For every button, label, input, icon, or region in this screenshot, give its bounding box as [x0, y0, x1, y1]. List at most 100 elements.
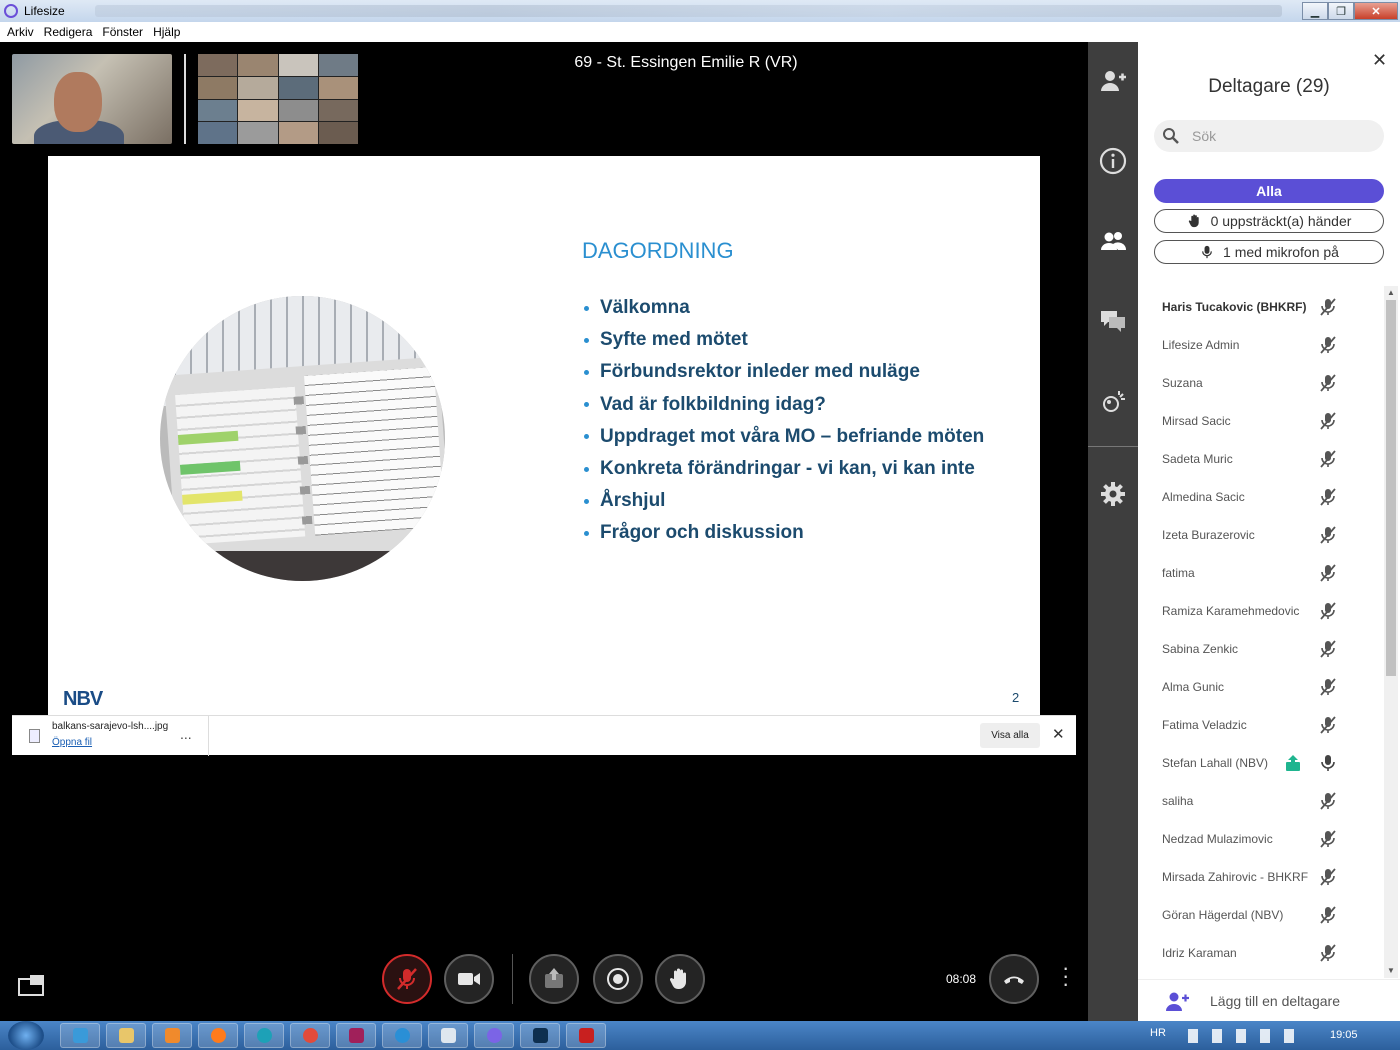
camera-button[interactable]: [444, 954, 494, 1004]
microphone-muted-icon: [1318, 715, 1338, 735]
agenda-item: Välkomna: [582, 292, 984, 324]
open-file-link[interactable]: Öppna fil: [52, 737, 92, 748]
participant-name: Ramiza Karamehmedovic: [1162, 604, 1300, 618]
participant-row[interactable]: fatima: [1138, 554, 1384, 592]
microphone-muted-icon: [1318, 525, 1338, 545]
participant-name: Nedzad Mulazimovic: [1162, 832, 1273, 846]
microphone-muted-icon: [1318, 639, 1338, 659]
participant-row[interactable]: Alma Gunic: [1138, 668, 1384, 706]
thumbnail-divider: [184, 54, 186, 144]
participant-search: [1154, 120, 1384, 152]
show-all-downloads-button[interactable]: Visa alla: [980, 723, 1040, 748]
participant-name: Mirsada Zahirovic - BHKRF: [1162, 870, 1309, 884]
microphone-muted-icon: [1318, 601, 1338, 621]
participants-icon: [1101, 232, 1127, 250]
taskbar-skype[interactable]: [382, 1023, 422, 1048]
chat-icon: [1101, 311, 1125, 332]
filter-raised-hands-button[interactable]: 0 uppsträckt(a) händer: [1154, 209, 1384, 233]
mute-microphone-button[interactable]: [382, 954, 432, 1004]
windows-taskbar: HR 19:05: [0, 1021, 1400, 1050]
participant-name: Izeta Burazerovic: [1162, 528, 1255, 542]
participant-name: Almedina Sacic: [1162, 490, 1245, 504]
system-tray-icons[interactable]: [1188, 1029, 1298, 1043]
participant-row[interactable]: Göran Hägerdal (NBV): [1138, 896, 1384, 934]
participants-button[interactable]: [1098, 226, 1128, 256]
gallery-video-thumbnail[interactable]: [198, 54, 358, 144]
hang-up-button[interactable]: [989, 954, 1039, 1004]
filter-all-button[interactable]: Alla: [1154, 179, 1384, 203]
taskbar-edge[interactable]: [244, 1023, 284, 1048]
microphone-muted-icon: [1318, 411, 1338, 431]
taskbar-ie[interactable]: [60, 1023, 100, 1048]
participant-row[interactable]: Stefan Lahall (NBV): [1138, 744, 1384, 782]
filter-mic-on-button[interactable]: 1 med mikrofon på: [1154, 240, 1384, 264]
settings-button[interactable]: [1098, 479, 1128, 509]
microphone-icon: [1202, 245, 1212, 259]
shared-slide: DAGORDNING Välkomna Syfte med mötet Förb…: [48, 156, 1040, 716]
call-controls: 08:08 · · ·: [0, 930, 1088, 1030]
participant-row[interactable]: saliha: [1138, 782, 1384, 820]
side-icon-rail: [1088, 42, 1138, 1021]
share-upload-icon: [545, 968, 563, 988]
participant-name: Mirsad Sacic: [1162, 414, 1231, 428]
taskbar-clock[interactable]: 19:05: [1330, 1029, 1358, 1041]
participant-row[interactable]: Lifesize Admin: [1138, 326, 1384, 364]
minimize-button[interactable]: ▁: [1302, 2, 1328, 20]
download-file-name[interactable]: balkans-sarajevo-lsh....jpg: [52, 721, 168, 732]
menu-redigera[interactable]: Redigera: [44, 25, 93, 39]
participant-row[interactable]: Idriz Karaman: [1138, 934, 1384, 972]
accessibility-button[interactable]: [1098, 386, 1128, 416]
taskbar-explorer[interactable]: [106, 1023, 146, 1048]
microphone-muted-icon: [1318, 449, 1338, 469]
taskbar-media[interactable]: [152, 1023, 192, 1048]
taskbar-firefox[interactable]: [198, 1023, 238, 1048]
participant-row[interactable]: Sabina Zenkic: [1138, 630, 1384, 668]
participant-row[interactable]: Almedina Sacic: [1138, 478, 1384, 516]
raise-hand-icon: [1188, 214, 1199, 228]
participant-row[interactable]: Izeta Burazerovic: [1138, 516, 1384, 554]
participant-row[interactable]: Ramiza Karamehmedovic: [1138, 592, 1384, 630]
participant-row[interactable]: Mirsad Sacic: [1138, 402, 1384, 440]
search-icon: [1163, 128, 1179, 144]
meeting-info-button[interactable]: [1098, 146, 1128, 176]
raise-hand-button[interactable]: [655, 954, 705, 1004]
participant-row[interactable]: Fatima Veladzic: [1138, 706, 1384, 744]
share-screen-button[interactable]: [529, 954, 579, 1004]
start-button[interactable]: [8, 1021, 44, 1050]
record-button[interactable]: [593, 954, 643, 1004]
participant-row[interactable]: Haris Tucakovic (BHKRF): [1138, 288, 1384, 326]
participant-list: Haris Tucakovic (BHKRF) Lifesize Admin Suz…: [1138, 288, 1384, 978]
participant-name: Sadeta Muric: [1162, 452, 1233, 466]
menu-hjalp[interactable]: Hjälp: [153, 25, 180, 39]
participant-row[interactable]: Suzana: [1138, 364, 1384, 402]
participant-name: Idriz Karaman: [1162, 946, 1237, 960]
close-panel-button[interactable]: ✕: [1372, 50, 1387, 71]
download-more-button[interactable]: ...: [180, 726, 192, 742]
microphone-muted-icon: [1318, 867, 1338, 887]
invite-participant-button[interactable]: [1098, 66, 1128, 96]
participant-row[interactable]: Mirsada Zahirovic - BHKRF: [1138, 858, 1384, 896]
taskbar-photoshop[interactable]: [520, 1023, 560, 1048]
taskbar-chrome[interactable]: [290, 1023, 330, 1048]
participant-list-scrollbar[interactable]: ▲ ▼: [1384, 286, 1398, 978]
taskbar-lifesize[interactable]: [474, 1023, 514, 1048]
chat-button[interactable]: [1098, 306, 1128, 336]
participant-name: Haris Tucakovic (BHKRF): [1162, 300, 1307, 314]
close-window-button[interactable]: ✕: [1354, 2, 1398, 20]
self-video-thumbnail[interactable]: [12, 54, 172, 144]
input-language[interactable]: HR: [1150, 1027, 1166, 1039]
picture-in-picture-icon[interactable]: [18, 974, 46, 996]
maximize-button[interactable]: ❐: [1328, 2, 1354, 20]
taskbar-save-app[interactable]: [336, 1023, 376, 1048]
participant-row[interactable]: Nedzad Mulazimovic: [1138, 820, 1384, 858]
participant-row[interactable]: Sadeta Muric: [1138, 440, 1384, 478]
taskbar-notepad[interactable]: [428, 1023, 468, 1048]
add-participant-button[interactable]: Lägg till en deltagare: [1138, 979, 1400, 1021]
search-input[interactable]: [1192, 128, 1362, 144]
menu-arkiv[interactable]: Arkiv: [7, 25, 34, 39]
taskbar-solitaire[interactable]: [566, 1023, 606, 1048]
filter-raised-hands-label: 0 uppsträckt(a) händer: [1210, 213, 1352, 229]
more-options-button[interactable]: · · ·: [1062, 957, 1069, 995]
close-download-bar-button[interactable]: ✕: [1052, 725, 1065, 743]
menu-fonster[interactable]: Fönster: [102, 25, 143, 39]
